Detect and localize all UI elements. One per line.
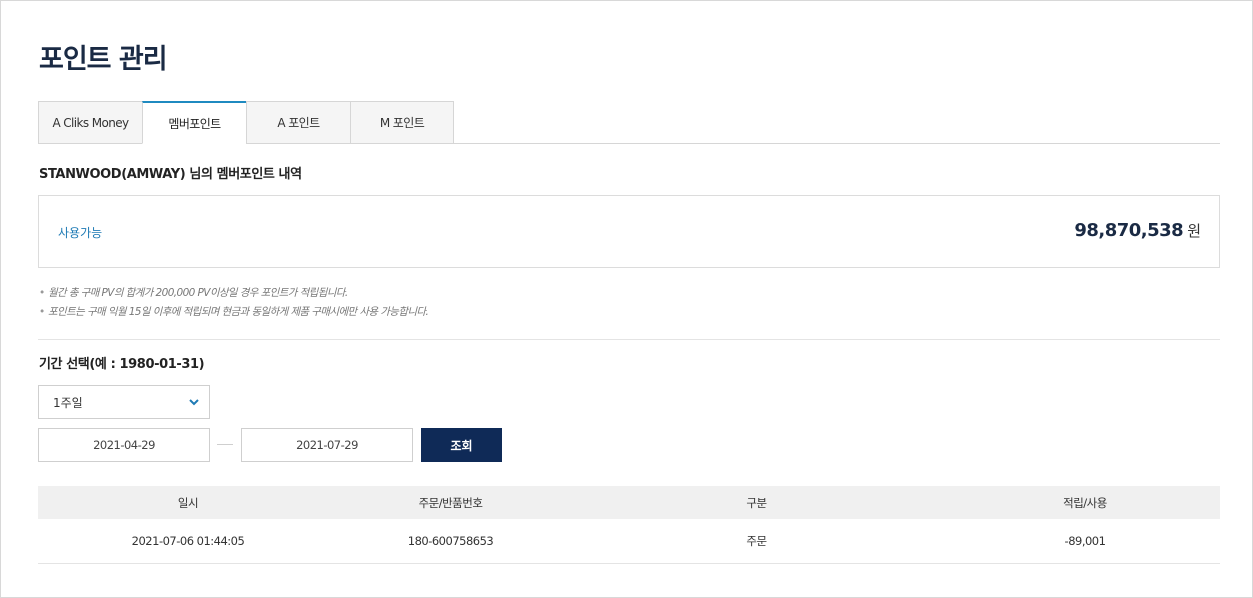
section-divider — [38, 339, 1220, 340]
page-frame: 포인트 관리 A Cliks Money 멤버포인트 A 포인트 M 포인트 S… — [0, 0, 1253, 598]
tab-a-point[interactable]: A 포인트 — [246, 101, 350, 144]
history-table: 일시 주문/반품번호 구분 적립/사용 2021-07-06 01:44:05 … — [38, 486, 1220, 564]
available-label: 사용가능 — [58, 226, 103, 240]
notice-text: 월간 총 구매 PV의 합계가 200,000 PV이상일 경우 포인트가 적립… — [48, 287, 348, 299]
start-date-input[interactable] — [38, 428, 210, 462]
header-datetime: 일시 — [177, 495, 199, 510]
cell-order-number: 180-600758653 — [407, 534, 494, 548]
bullet-icon: • — [39, 287, 45, 299]
notice-list: • 월간 총 구매 PV의 합계가 200,000 PV이상일 경우 포인트가 적… — [39, 284, 429, 322]
bullet-icon: • — [39, 306, 45, 318]
available-amount: 98,870,538 원 — [1074, 220, 1201, 241]
amount-value: 98,870,538 — [1074, 220, 1184, 241]
tab-acliks-money[interactable]: A Cliks Money — [38, 101, 142, 144]
notice-text: 포인트는 구매 익월 15일 이후에 적립되며 현금과 동일하게 제품 구매시에… — [48, 306, 429, 318]
notice-item: • 월간 총 구매 PV의 합계가 200,000 PV이상일 경우 포인트가 적… — [39, 284, 428, 303]
tab-member-point[interactable]: 멤버포인트 — [142, 101, 246, 144]
date-range-separator — [217, 444, 233, 445]
amount-unit: 원 — [1187, 222, 1201, 240]
cell-datetime: 2021-07-06 01:44:05 — [131, 534, 245, 548]
cell-type: 주문 — [746, 534, 767, 548]
header-points: 적립/사용 — [1063, 495, 1107, 510]
tab-m-point[interactable]: M 포인트 — [350, 101, 454, 144]
search-button[interactable]: 조회 — [421, 428, 502, 462]
period-select-value: 1주일 — [53, 395, 83, 410]
table-row: 2021-07-06 01:44:05 180-600758653 주문 -89… — [38, 519, 1220, 564]
period-title: 기간 선택(예 : 1980-01-31) — [39, 357, 205, 372]
end-date-input[interactable] — [241, 428, 413, 462]
header-order-number: 주문/반품번호 — [418, 495, 483, 510]
table-header: 일시 주문/반품번호 구분 적립/사용 — [38, 486, 1220, 519]
cell-points: -89,001 — [1064, 534, 1106, 548]
period-select[interactable]: 1주일 — [38, 385, 210, 419]
tab-bar: A Cliks Money 멤버포인트 A 포인트 M 포인트 — [38, 101, 454, 144]
summary-heading: STANWOOD(AMWAY) 님의 멤버포인트 내역 — [39, 167, 302, 182]
summary-box: 사용가능 98,870,538 원 — [38, 195, 1220, 268]
page-title: 포인트 관리 — [39, 44, 168, 75]
header-type: 구분 — [746, 495, 767, 510]
chevron-down-icon — [189, 399, 199, 406]
notice-item: • 포인트는 구매 익월 15일 이후에 적립되며 현금과 동일하게 제품 구매시… — [39, 303, 429, 322]
